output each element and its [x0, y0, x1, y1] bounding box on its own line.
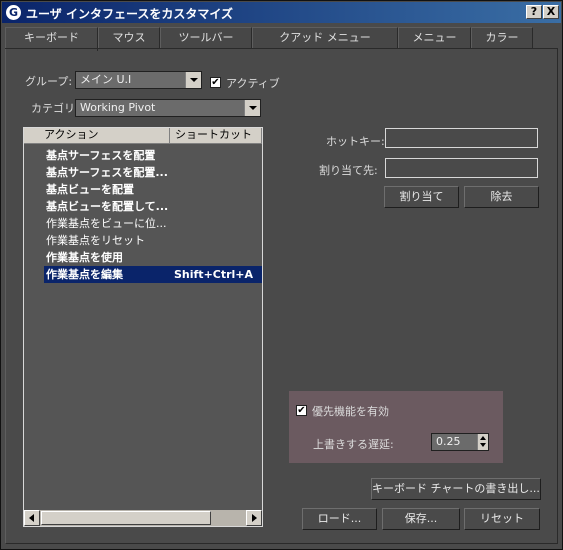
action-shortcut: Shift+Ctrl+A [174, 268, 254, 281]
list-item[interactable]: 作業基点を使用 [44, 249, 262, 266]
override-delay-value: 0.25 [436, 435, 461, 448]
window-title: ユーザ インタフェースをカスタマイズ [26, 7, 233, 21]
scroll-thumb[interactable] [41, 511, 211, 525]
list-item[interactable]: 作業基点をビューに位... [44, 215, 262, 232]
close-button[interactable]: X [543, 5, 559, 19]
export-keyboard-chart-button[interactable]: キーボード チャートの書き出し... [371, 478, 541, 500]
action-name: 作業基点を使用 [46, 251, 123, 264]
tab-toolbars[interactable]: ツールバー [160, 27, 252, 49]
hotkey-label: ホットキー: [326, 135, 385, 148]
hotkey-input[interactable] [385, 128, 538, 148]
tab-colors[interactable]: カラー [471, 27, 533, 49]
list-item[interactable]: 基点ビューを配置 [44, 181, 262, 198]
group-value: メイン U.I [80, 73, 132, 86]
column-header-action[interactable]: アクション [24, 128, 170, 144]
action-name: 基点サーフェスを配置 [46, 149, 156, 162]
arrow-right-icon [252, 514, 257, 522]
group-dropdown[interactable]: メイン U.I [75, 71, 202, 89]
tab-quad-menus[interactable]: クアッド メニュー [252, 27, 398, 49]
enable-priority-label: 優先機能を有効 [312, 405, 389, 418]
help-button[interactable]: ? [526, 5, 542, 19]
list-item[interactable]: 基点ビューを配置して... [44, 198, 262, 215]
list-item[interactable]: 基点サーフェスを配置... [44, 164, 262, 181]
title-bar[interactable]: G ユーザ インタフェースをカスタマイズ ? X [2, 2, 561, 23]
category-label: カテゴリ: [31, 102, 79, 115]
load-button[interactable]: ロード... [302, 508, 377, 530]
column-header-shortcut[interactable]: ショートカット [170, 128, 262, 144]
override-delay-spinner[interactable]: 0.25 [431, 433, 489, 451]
enable-priority-checkbox[interactable]: ✔ [296, 405, 307, 416]
remove-button[interactable]: 除去 [464, 186, 539, 208]
tab-menus[interactable]: メニュー [398, 27, 471, 49]
list-item[interactable]: 基点サーフェスを配置 [44, 147, 262, 164]
scroll-right-button[interactable] [246, 510, 262, 526]
action-name: 作業基点をビューに位... [46, 217, 167, 230]
chevron-down-icon [244, 100, 260, 116]
spinner-up-icon [480, 436, 486, 440]
scroll-left-button[interactable] [24, 510, 40, 526]
arrow-left-icon [29, 514, 34, 522]
action-list[interactable]: アクション ショートカット 基点サーフェスを配置 基点サーフェスを配置... 基… [23, 127, 263, 527]
tab-bar: キーボード マウス ツールバー クアッド メニュー メニュー カラー [5, 27, 558, 51]
tab-mouse[interactable]: マウス [98, 27, 160, 49]
chevron-down-icon [185, 72, 201, 88]
override-delay-label: 上書きする遅延: [313, 438, 394, 451]
app-icon: G [6, 5, 21, 20]
assigned-to-label: 割り当て先: [319, 164, 378, 177]
reset-button[interactable]: リセット [464, 508, 540, 530]
category-value: Working Pivot [80, 101, 156, 114]
active-label: アクティブ [226, 77, 280, 90]
customize-ui-dialog: G ユーザ インタフェースをカスタマイズ ? X キーボード マウス ツールバー… [0, 0, 563, 550]
active-checkbox[interactable]: ✔ [210, 77, 221, 88]
horizontal-scrollbar[interactable] [24, 510, 262, 526]
category-dropdown[interactable]: Working Pivot [75, 99, 261, 117]
list-item[interactable]: 作業基点をリセット [44, 232, 262, 249]
list-item-selected[interactable]: 作業基点を編集 Shift+Ctrl+A [44, 266, 262, 283]
assigned-to-field [385, 158, 538, 178]
action-name: 作業基点をリセット [46, 234, 145, 247]
assign-button[interactable]: 割り当て [384, 186, 459, 208]
priority-group: ✔ 優先機能を有効 上書きする遅延: [289, 391, 503, 463]
spinner-arrows[interactable] [477, 434, 488, 450]
action-name: 基点ビューを配置 [46, 183, 134, 196]
action-name: 作業基点を編集 [46, 268, 123, 281]
list-header: アクション ショートカット [24, 128, 262, 144]
spinner-down-icon [480, 443, 486, 447]
action-name: 基点サーフェスを配置... [46, 166, 168, 179]
group-label: グループ: [25, 75, 73, 88]
save-button[interactable]: 保存... [382, 508, 460, 530]
action-name: 基点ビューを配置して... [46, 200, 169, 213]
